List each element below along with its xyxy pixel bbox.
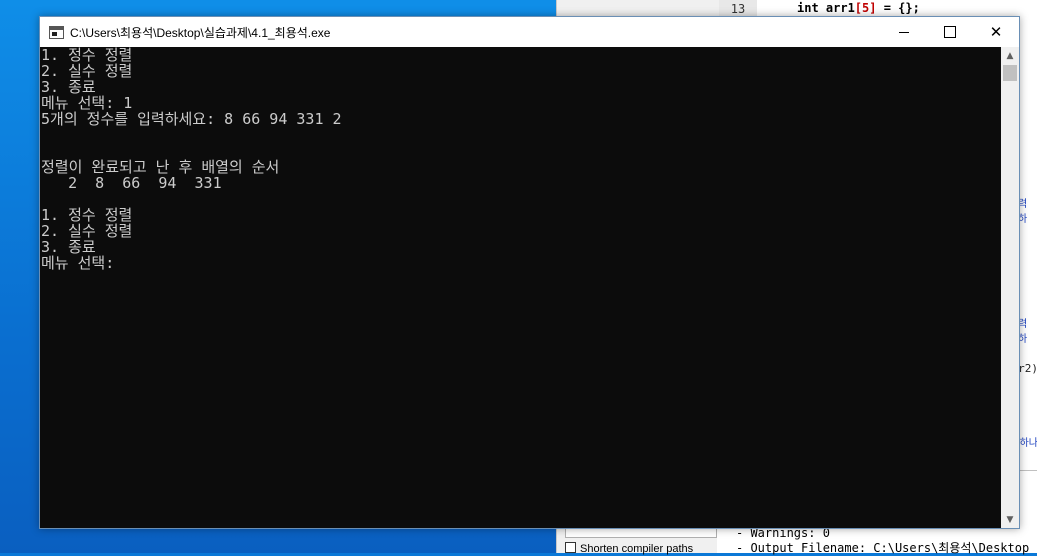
console-line: 3. 종료 bbox=[41, 78, 96, 96]
close-button[interactable]: ✕ bbox=[973, 17, 1019, 47]
console-output[interactable]: 1. 정수 정렬 2. 실수 정렬 3. 종료 메뉴 선택: 1 5개의 정수를… bbox=[40, 47, 1001, 528]
vertical-scrollbar[interactable]: ▲ ▼ bbox=[1001, 47, 1019, 528]
code-fragment: 력 하 bbox=[1018, 319, 1028, 345]
close-icon: ✕ bbox=[989, 23, 1003, 41]
checkbox-icon[interactable] bbox=[565, 542, 576, 553]
code-line: int arr1[5] = {}; bbox=[797, 1, 920, 15]
console-line: 1. 정수 정렬 bbox=[41, 47, 133, 64]
minimize-button[interactable] bbox=[881, 17, 927, 47]
console-line: 2 8 66 94 331 bbox=[41, 174, 222, 192]
console-line: 5개의 정수를 입력하세요: 8 66 94 331 2 bbox=[41, 110, 342, 128]
minimize-icon bbox=[899, 31, 909, 33]
code-fragment: 력 하 bbox=[1018, 199, 1028, 225]
console-line: 3. 종료 bbox=[41, 238, 96, 256]
maximize-icon bbox=[944, 26, 956, 38]
chevron-up-icon: ▲ bbox=[1006, 50, 1014, 61]
chevron-down-icon: ▼ bbox=[1006, 514, 1014, 525]
maximize-button[interactable] bbox=[927, 17, 973, 47]
console-line: 메뉴 선택: bbox=[41, 254, 124, 272]
log-line: - Output Filename: C:\Users\최용석\Desktop bbox=[736, 541, 1030, 555]
title-bar[interactable]: C:\Users\최용석\Desktop\실습과제\4.1_최용석.exe ✕ bbox=[40, 17, 1019, 47]
code-fragment: r2) bbox=[1018, 362, 1037, 375]
compile-log: - Warnings: 0- Output Filename: C:\Users… bbox=[736, 526, 1037, 556]
editor-right-edge: 력 하 력 하 r2) 하나 bbox=[1018, 0, 1037, 470]
console-line: 2. 실수 정렬 bbox=[41, 222, 133, 240]
console-line: 1. 정수 정렬 bbox=[41, 206, 133, 224]
console-line: 정렬이 완료되고 난 후 배열의 순서 bbox=[41, 158, 280, 176]
scroll-up-button[interactable]: ▲ bbox=[1001, 47, 1019, 64]
shorten-paths-checkbox[interactable]: Shorten compiler paths bbox=[565, 542, 693, 555]
scroll-down-button[interactable]: ▼ bbox=[1001, 511, 1019, 528]
scroll-thumb[interactable] bbox=[1003, 65, 1017, 81]
code-fragment: 하나 bbox=[1019, 438, 1037, 449]
window-title: C:\Users\최용석\Desktop\실습과제\4.1_최용석.exe bbox=[70, 26, 331, 40]
console-line: 2. 실수 정렬 bbox=[41, 62, 133, 80]
console-line: 메뉴 선택: 1 bbox=[41, 94, 133, 112]
console-app-icon[interactable] bbox=[49, 26, 64, 39]
console-window[interactable]: C:\Users\최용석\Desktop\실습과제\4.1_최용석.exe ✕ … bbox=[39, 16, 1020, 529]
